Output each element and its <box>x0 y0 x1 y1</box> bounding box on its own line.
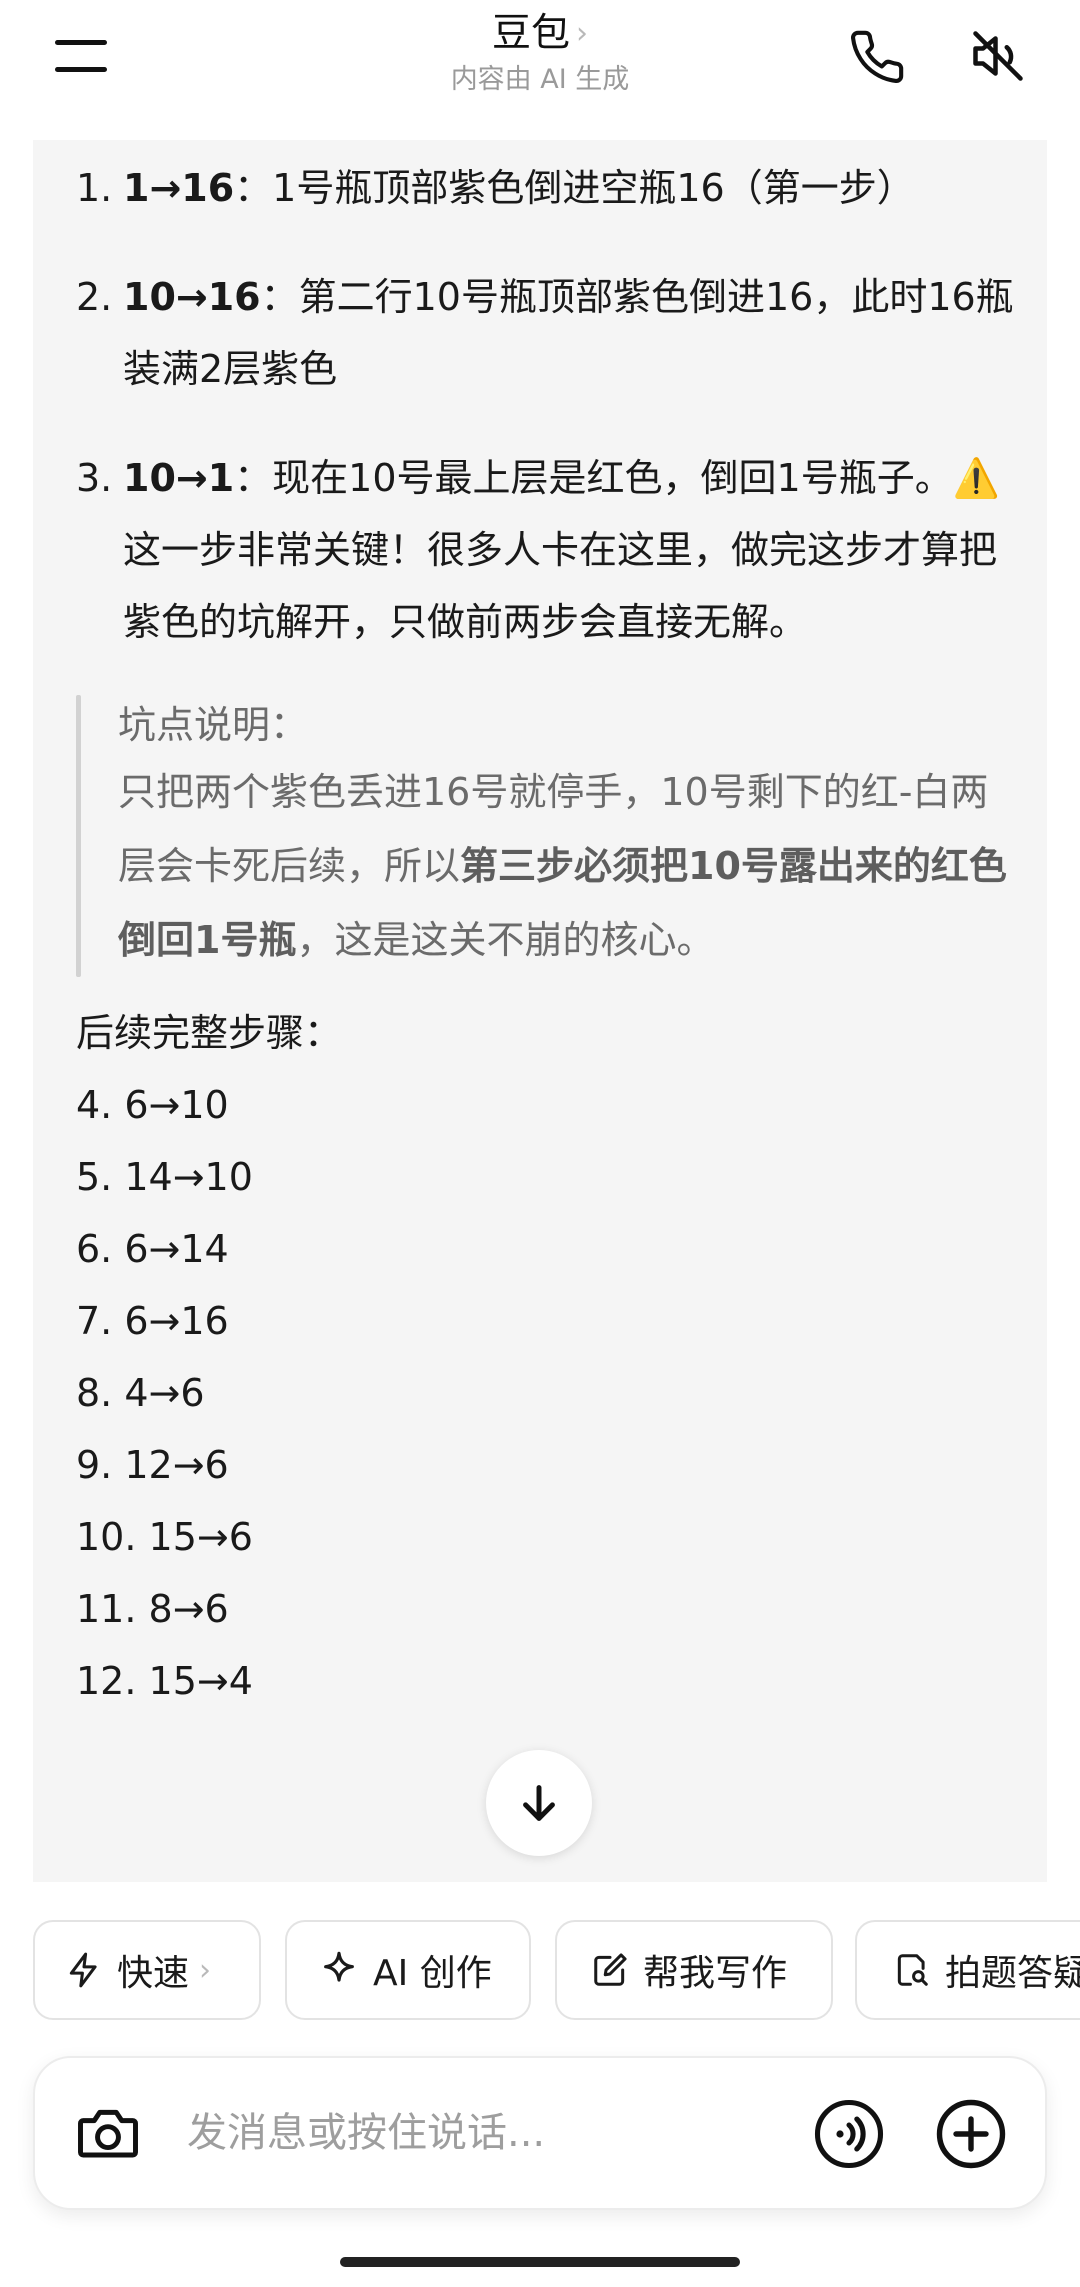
plus-circle-icon[interactable] <box>935 2098 1007 2170</box>
chip-label: AI 创作 <box>373 1953 492 1994</box>
message-composer <box>33 2056 1047 2210</box>
step-text: 10→16：第二行10号瓶顶部紫色倒进16，此时16瓶装满2层紫色 <box>123 261 1016 405</box>
chat-title-block: 豆包 › 内容由 AI 生成 <box>340 8 740 98</box>
chip-help-write[interactable]: 帮我写作 <box>555 1920 833 2020</box>
edit-icon <box>594 1953 627 1986</box>
step-item: 1. 1→16：1号瓶顶部紫色倒进空瓶16（第一步） <box>76 152 1016 224</box>
chip-label: 帮我写作 <box>643 1953 788 1994</box>
follow-step: 11. 8→6 <box>76 1587 229 1631</box>
step-item: 2. 10→16：第二行10号瓶顶部紫色倒进16，此时16瓶装满2层紫色 <box>76 261 1016 405</box>
chip-label: 拍题答疑 <box>945 1953 1080 1994</box>
lightning-icon <box>69 1952 97 1988</box>
message-content: 1. 1→16：1号瓶顶部紫色倒进空瓶16（第一步） 2. 10→16：第二行1… <box>76 152 1016 1717</box>
scroll-to-bottom-button[interactable] <box>486 1750 592 1856</box>
follow-step: 12. 15→4 <box>76 1659 253 1703</box>
chip-fast-mode[interactable]: 快速 › <box>33 1920 261 2020</box>
chip-photo-answer[interactable]: 拍题答疑 <box>855 1920 1080 2020</box>
speaker-muted-icon[interactable] <box>968 26 1028 86</box>
follow-step: 7. 6→16 <box>76 1299 229 1343</box>
follow-step: 4. 6→10 <box>76 1083 229 1127</box>
chevron-right-icon: › <box>576 16 588 51</box>
follow-step: 9. 12→6 <box>76 1443 229 1487</box>
quick-action-chips: 快速 › AI 创作 帮我写作 拍题答疑 <box>33 1920 1080 2020</box>
tip-blockquote: 坑点说明： 只把两个紫色丢进16号就停手，10号剩下的红-白两层会卡死后续，所以… <box>76 695 1016 977</box>
chevron-right-icon: › <box>199 1952 212 1988</box>
step-note: 这一步非常关键！很多人卡在这里，做完这步才算把紫色的坑解开，只做前两步会直接无解… <box>123 528 998 644</box>
follow-step: 5. 14→10 <box>76 1155 253 1199</box>
follow-step: 6. 6→14 <box>76 1227 229 1271</box>
chip-ai-create[interactable]: AI 创作 <box>285 1920 531 2020</box>
quote-title: 坑点说明： <box>118 703 309 747</box>
top-bar: 豆包 › 内容由 AI 生成 <box>0 0 1080 140</box>
step-move: 10→16 <box>123 275 261 319</box>
ai-message-card: 1. 1→16：1号瓶顶部紫色倒进空瓶16（第一步） 2. 10→16：第二行1… <box>33 140 1047 1882</box>
bot-title-button[interactable]: 豆包 › <box>492 8 588 60</box>
chip-label: 快速 <box>117 1953 190 1994</box>
follow-step: 8. 4→6 <box>76 1371 205 1415</box>
step-description: ：1号瓶顶部紫色倒进空瓶16（第一步） <box>234 166 915 210</box>
step-description: ：现在10号最上层是红色，倒回1号瓶子。 <box>234 456 953 500</box>
arrow-down-icon <box>523 1785 555 1821</box>
step-text: 1→16：1号瓶顶部紫色倒进空瓶16（第一步） <box>123 152 1016 224</box>
step-number: 2. <box>76 275 113 319</box>
sparkle-icon <box>324 1951 354 1982</box>
follow-step: 10. 15→6 <box>76 1515 253 1559</box>
home-indicator[interactable] <box>340 2257 740 2267</box>
step-move: 10→1 <box>123 456 235 500</box>
voice-call-icon[interactable] <box>813 2098 885 2170</box>
step-item: 3. 10→1：现在10号最上层是红色，倒回1号瓶子。⚠️ 这一步非常关键！很多人… <box>76 442 1016 658</box>
warning-icon: ⚠️ <box>952 456 1001 500</box>
quote-body: 只把两个紫色丢进16号就停手，10号剩下的红-白两层会卡死后续，所以第三步必须把… <box>118 755 1016 977</box>
step-move: 1→16 <box>123 166 235 210</box>
menu-icon[interactable] <box>52 36 112 76</box>
step-number: 3. <box>76 456 113 500</box>
camera-icon[interactable] <box>75 2102 141 2164</box>
quote-text: ，这是这关不崩的核心。 <box>296 918 715 962</box>
page-title: 豆包 <box>491 11 570 56</box>
follow-steps-title: 后续完整步骤： <box>76 1011 343 1055</box>
step-number: 1. <box>76 166 113 210</box>
step-text: 10→1：现在10号最上层是红色，倒回1号瓶子。⚠️ 这一步非常关键！很多人卡在这… <box>123 442 1016 658</box>
message-input[interactable] <box>187 2098 657 2168</box>
ai-generated-notice: 内容由 AI 生成 <box>450 64 630 95</box>
phone-icon[interactable] <box>848 28 906 86</box>
doc-search-icon <box>897 1954 928 1986</box>
